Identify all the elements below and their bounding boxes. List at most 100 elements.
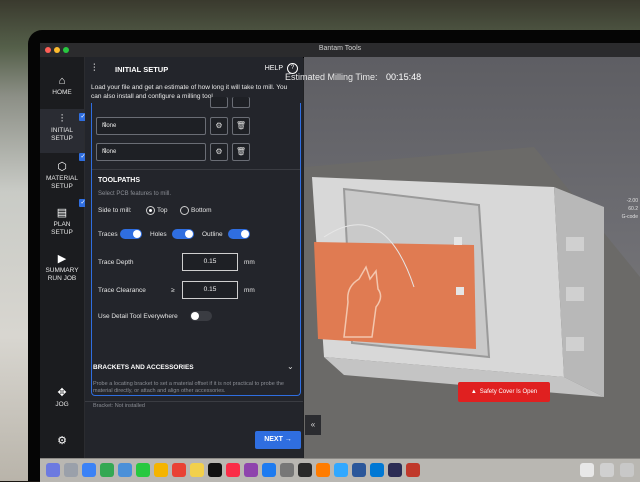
home-icon: ⌂ xyxy=(58,75,66,87)
detail-tool-toggle[interactable] xyxy=(190,311,212,321)
macos-dock xyxy=(40,458,640,482)
rail-initial-setup[interactable]: ⫶ INITIAL SETUP ✓ xyxy=(40,109,87,153)
music-icon[interactable] xyxy=(226,463,240,477)
outline-label: Outline xyxy=(202,231,223,238)
app-icon[interactable] xyxy=(406,463,420,477)
tool-delete-button[interactable]: 🗑 xyxy=(232,117,250,135)
chevron-updown-icon: ⇕ xyxy=(102,122,108,129)
setup-panel: ⫶ INITIAL SETUP HELP ? Load your file an… xyxy=(85,57,303,461)
endmill-icon: ⫶ xyxy=(93,63,96,74)
trash-icon: 🗑 xyxy=(235,121,247,130)
trash-icon[interactable] xyxy=(620,463,634,477)
app-store-icon[interactable] xyxy=(262,463,276,477)
word-icon[interactable] xyxy=(352,463,366,477)
photoshop-icon[interactable] xyxy=(334,463,348,477)
holes-label: Holes xyxy=(150,231,167,238)
rail-initial-setup-label-1: INITIAL xyxy=(50,127,74,134)
system-settings-icon[interactable] xyxy=(280,463,294,477)
side-bottom-radio[interactable] xyxy=(180,206,189,215)
settings-button[interactable]: ⚙ xyxy=(40,435,84,449)
next-button[interactable]: NEXT → xyxy=(255,431,301,449)
help-link[interactable]: HELP xyxy=(265,65,283,72)
next-button-label: NEXT xyxy=(264,436,283,443)
hole-marker xyxy=(456,287,464,295)
tool-remove-button[interactable] xyxy=(232,97,250,108)
bantam-tools-icon[interactable] xyxy=(298,463,312,477)
estimated-time: Estimated Milling Time: 00:15:48 xyxy=(285,72,421,82)
brackets-heading[interactable]: BRACKETS AND ACCESSORIES xyxy=(93,364,194,371)
toolpaths-hint: Select PCB features to mill. xyxy=(98,191,172,197)
traces-toggle[interactable] xyxy=(120,229,142,239)
launchpad-icon[interactable] xyxy=(64,463,78,477)
documents-stack-icon[interactable] xyxy=(600,463,614,477)
traces-label: Traces xyxy=(98,231,118,238)
trace-clearance-operator: ≥ xyxy=(171,287,175,294)
side-top-radio[interactable] xyxy=(146,206,155,215)
arrow-right-icon: → xyxy=(284,436,292,443)
hole-marker xyxy=(454,237,462,245)
tv-icon[interactable] xyxy=(208,463,222,477)
tool-settings-button[interactable] xyxy=(210,97,228,108)
rail-home-label: HOME xyxy=(52,89,72,96)
side-bottom-label: Bottom xyxy=(191,207,212,214)
rail-jog[interactable]: ✥ JOG xyxy=(40,387,84,409)
calendar-icon[interactable] xyxy=(172,463,186,477)
rail-summary-run-job[interactable]: ▶ SUMMARY RUN JOB xyxy=(40,253,84,283)
trace-depth-input[interactable]: 0.15 xyxy=(182,253,238,271)
rail-jog-label: JOG xyxy=(55,401,69,408)
tool-select-2[interactable]: None ⇕ xyxy=(96,143,206,161)
app-window: Bantam Tools ⌂ HOME ⫶ INITIAL SETUP ✓ ⬡ … xyxy=(40,43,640,461)
rail-material-setup[interactable]: ⬡ MATERIAL SETUP ✓ xyxy=(40,153,87,201)
holes-toggle[interactable] xyxy=(172,229,194,239)
window-title: Bantam Tools xyxy=(318,45,362,52)
side-top-label: Top xyxy=(157,207,168,214)
move-arrows-icon: ✥ xyxy=(57,387,67,399)
divider xyxy=(85,401,303,402)
finder-icon[interactable] xyxy=(46,463,60,477)
tool-settings-button[interactable]: ⚙ xyxy=(210,117,228,135)
outline-toggle[interactable] xyxy=(228,229,250,239)
rail-summary-label-1: SUMMARY xyxy=(45,267,79,274)
coord-readout-2: 60.2 xyxy=(628,206,638,212)
outlook-icon[interactable] xyxy=(370,463,384,477)
downloads-stack-icon[interactable] xyxy=(580,463,594,477)
side-to-mill-label: Side to mill: xyxy=(98,207,132,214)
podcasts-icon[interactable] xyxy=(244,463,258,477)
double-chevron-left-icon: « xyxy=(310,420,316,429)
kicad-icon[interactable] xyxy=(388,463,402,477)
trace-depth-label: Trace Depth xyxy=(98,259,134,266)
coord-readout-3: G-code xyxy=(621,214,638,220)
tool-settings-button[interactable]: ⚙ xyxy=(210,143,228,161)
illustrator-icon[interactable] xyxy=(316,463,330,477)
coord-readout-1: -2.00 xyxy=(626,198,638,204)
rail-plan-setup-label-1: PLAN xyxy=(53,221,71,228)
clamp xyxy=(566,287,584,301)
trace-clearance-input[interactable]: 0.15 xyxy=(182,281,238,299)
tool-config-box: None ⇕ ⚙ 🗑 None ⇕ ⚙ 🗑 TOOLPATHS Select P… xyxy=(91,97,301,396)
rail-home[interactable]: ⌂ HOME xyxy=(40,75,84,97)
tool-select-1[interactable]: None ⇕ xyxy=(96,117,206,135)
messages-icon[interactable] xyxy=(136,463,150,477)
estimated-time-value: 00:15:48 xyxy=(386,72,422,82)
mail-icon[interactable] xyxy=(118,463,132,477)
clamp xyxy=(566,337,584,351)
rail-plan-setup[interactable]: ▤ PLAN SETUP ✓ xyxy=(40,199,87,247)
play-icon: ▶ xyxy=(57,253,67,265)
tool-delete-button[interactable]: 🗑 xyxy=(232,143,250,161)
chrome-icon[interactable] xyxy=(100,463,114,477)
chevron-down-icon[interactable]: ⌄ xyxy=(287,362,294,371)
safety-warning-badge: Safety Cover Is Open xyxy=(458,382,550,402)
safari-icon[interactable] xyxy=(82,463,96,477)
gear-icon: ⚙ xyxy=(215,147,223,156)
photos-icon[interactable] xyxy=(154,463,168,477)
window-titlebar: Bantam Tools xyxy=(40,43,640,58)
detail-tool-label: Use Detail Tool Everywhere xyxy=(98,313,178,320)
coord-readout: -2.00 60.2 G-code xyxy=(622,197,638,221)
rail-material-setup-label-1: MATERIAL xyxy=(45,175,79,182)
panel-intro: Load your file and get an estimate of ho… xyxy=(91,84,288,100)
trace-clearance-label: Trace Clearance xyxy=(98,287,146,294)
toolpaths-heading: TOOLPATHS xyxy=(98,177,140,184)
notes-icon[interactable] xyxy=(190,463,204,477)
collapse-panel-button[interactable]: « xyxy=(305,415,321,435)
rail-plan-setup-label-2: SETUP xyxy=(51,229,73,236)
